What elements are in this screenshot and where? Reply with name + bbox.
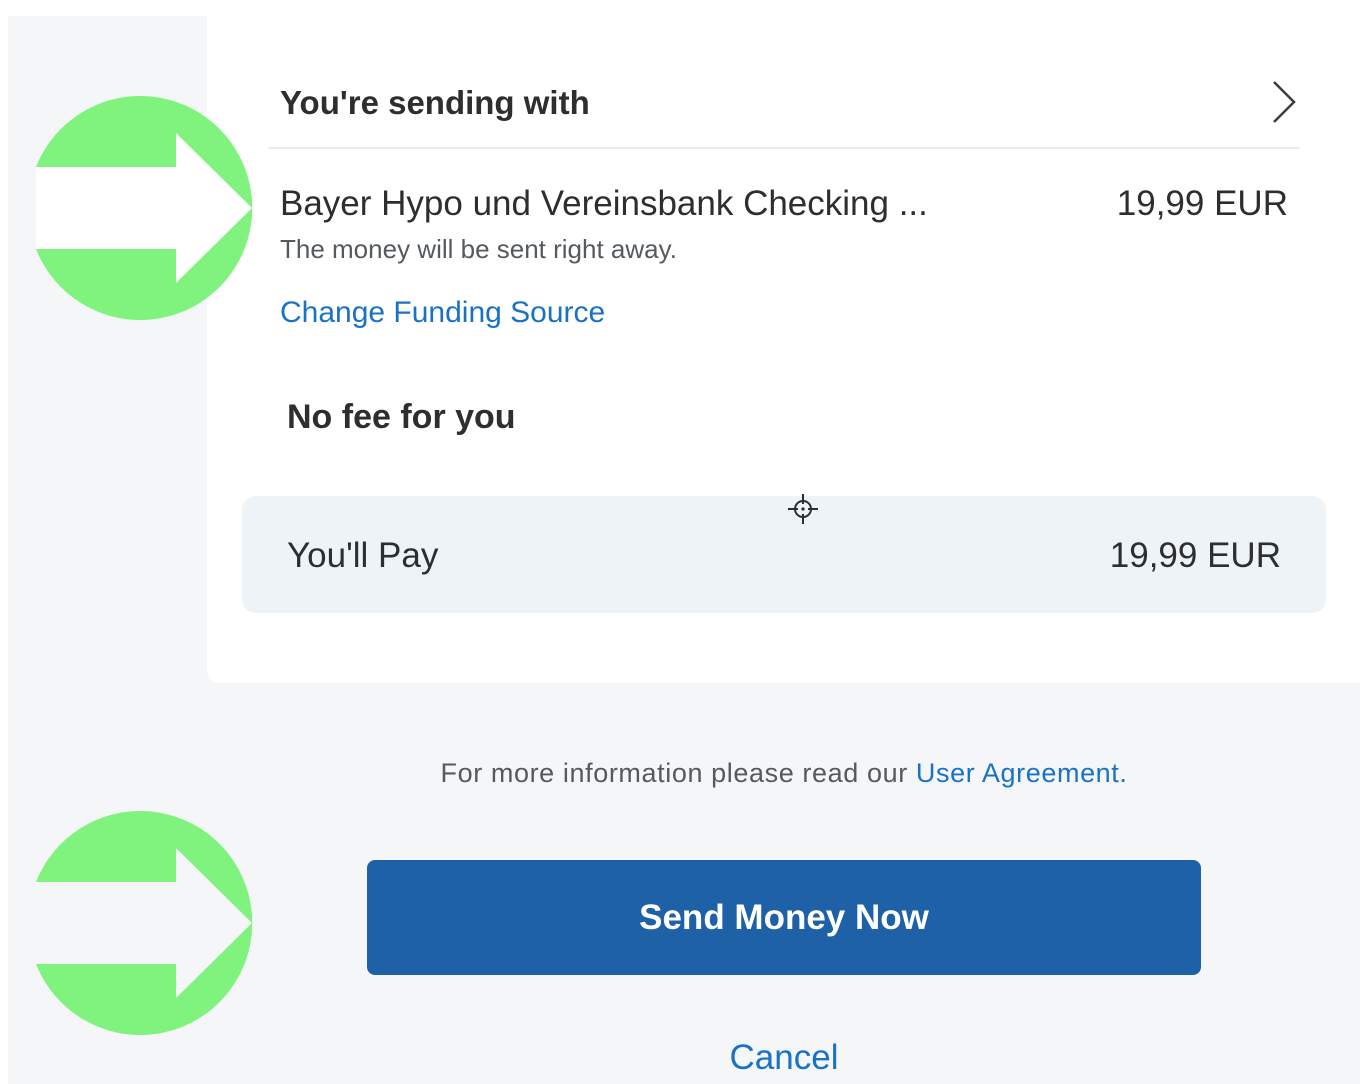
section-divider <box>268 147 1300 149</box>
sending-with-heading: You're sending with <box>280 84 590 121</box>
user-agreement-notice: For more information please read our Use… <box>0 758 1360 789</box>
agreement-period: . <box>1119 758 1128 788</box>
chevron-right-icon[interactable] <box>1262 78 1306 126</box>
change-funding-source-link[interactable]: Change Funding Source <box>280 296 605 330</box>
funding-source-note: The money will be sent right away. <box>280 234 677 264</box>
move-cursor-icon <box>788 494 818 524</box>
funding-source-name: Bayer Hypo und Vereinsbank Checking ... <box>280 184 928 223</box>
cancel-link[interactable]: Cancel <box>0 1038 1360 1078</box>
send-money-now-button[interactable]: Send Money Now <box>367 860 1201 975</box>
total-pay-box: You'll Pay 19,99 EUR <box>242 496 1326 613</box>
pay-amount: 19,99 EUR <box>1109 536 1281 575</box>
fee-heading: No fee for you <box>287 398 516 436</box>
arrow-right-icon <box>36 811 253 1035</box>
agreement-text: For more information please read our <box>440 758 916 788</box>
funding-source-amount: 19,99 EUR <box>1116 184 1288 223</box>
pay-label: You'll Pay <box>287 536 439 575</box>
arrow-right-icon <box>36 96 253 320</box>
user-agreement-link[interactable]: User Agreement <box>916 758 1120 788</box>
